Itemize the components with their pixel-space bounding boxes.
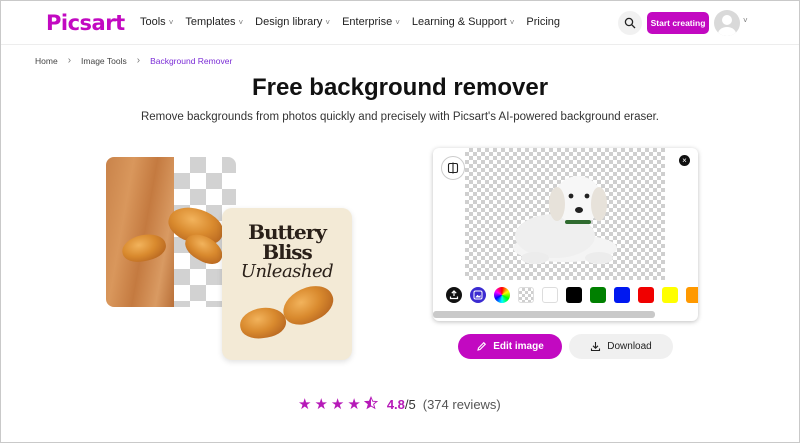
poster-line: Buttery	[248, 220, 327, 244]
croissant-image	[277, 278, 339, 332]
orange-swatch[interactable]	[686, 287, 698, 303]
transparent-canvas	[465, 148, 665, 280]
croissant-image	[238, 304, 288, 342]
close-icon[interactable]: ×	[679, 155, 690, 166]
start-creating-button[interactable]: Start creating	[647, 12, 709, 34]
rating: ★ ★ ★ ★ 4.8/5 (374 reviews)	[298, 395, 501, 413]
half-star-icon	[363, 395, 378, 413]
nav-pricing[interactable]: Pricing	[526, 16, 560, 28]
download-icon	[591, 342, 601, 352]
rating-max: /5	[404, 397, 416, 412]
poster-title: Buttery Bliss Unleashed	[222, 222, 352, 281]
ai-background-button[interactable]	[470, 287, 486, 303]
nav-label: Learning & Support	[411, 16, 507, 28]
poster-line: Bliss	[262, 240, 313, 264]
breadcrumb-current: Background Remover	[150, 55, 233, 66]
chevron-right-icon: ›	[136, 55, 141, 66]
transparent-swatch[interactable]	[518, 287, 534, 303]
star-icon: ★	[298, 396, 312, 413]
chevron-down-icon: ˅	[238, 17, 244, 27]
search-button[interactable]	[618, 11, 642, 35]
download-button[interactable]: Download	[569, 334, 673, 359]
edit-image-button[interactable]: Edit image	[458, 334, 562, 359]
nav-label: Tools	[140, 16, 166, 28]
white-swatch[interactable]	[542, 287, 558, 303]
chevron-down-icon[interactable]: ˅	[743, 16, 748, 25]
compare-icon	[447, 162, 459, 174]
black-swatch[interactable]	[566, 287, 582, 303]
chevron-down-icon: ˅	[168, 17, 174, 27]
buttery-bliss-poster: Buttery Bliss Unleashed	[222, 208, 352, 360]
color-picker-button[interactable]	[494, 287, 510, 303]
avatar[interactable]	[714, 10, 740, 36]
star-icon: ★	[347, 396, 361, 413]
swatch-scrollbar[interactable]	[433, 311, 655, 318]
page-title: Free background remover	[251, 74, 549, 101]
wood-background	[106, 157, 174, 307]
user-icon	[718, 15, 736, 36]
rating-number: 4.8	[386, 397, 405, 412]
nav-label: Pricing	[526, 16, 560, 28]
star-icon: ★	[314, 396, 328, 413]
nav-design-library[interactable]: Design library ˅	[255, 16, 330, 28]
main-nav: Tools ˅ Templates ˅ Design library ˅ Enterp…	[140, 16, 572, 28]
nav-enterprise[interactable]: Enterprise ˅	[342, 16, 400, 28]
nav-label: Enterprise	[342, 16, 393, 28]
background-swatches	[446, 287, 698, 303]
chevron-down-icon: ˅	[325, 17, 331, 27]
page-subtitle: Remove backgrounds from photos quickly a…	[140, 111, 660, 123]
chevron-down-icon: ˅	[395, 17, 400, 27]
download-label: Download	[607, 341, 652, 352]
star-icon: ★	[330, 396, 345, 413]
puppy-image	[513, 176, 617, 264]
breadcrumb-home[interactable]: Home	[35, 56, 58, 66]
edit-image-label: Edit image	[493, 341, 544, 352]
nav-learning-support[interactable]: Learning & Support ˅	[412, 16, 514, 28]
nav-templates[interactable]: Templates ˅	[185, 16, 243, 28]
nav-label: Templates	[185, 16, 236, 28]
upload-icon	[449, 290, 459, 300]
red-swatch[interactable]	[638, 287, 654, 303]
picsart-logo[interactable]: Picsart	[46, 11, 125, 35]
search-icon	[624, 17, 636, 29]
rating-value: 4.8/5	[387, 397, 416, 412]
chevron-down-icon: ˅	[509, 17, 515, 27]
nav-tools[interactable]: Tools ˅	[140, 16, 173, 28]
review-count: (374 reviews)	[422, 397, 501, 412]
green-swatch[interactable]	[590, 287, 606, 303]
poster-line: Unleashed	[240, 261, 334, 282]
pencil-icon	[477, 341, 487, 351]
upload-background-button[interactable]	[446, 287, 462, 303]
yellow-swatch[interactable]	[662, 287, 678, 303]
nav-label: Design library	[255, 16, 323, 28]
chevron-right-icon: ›	[67, 55, 72, 66]
ai-image-icon	[473, 290, 483, 300]
breadcrumb: Home › Image Tools › Background Remover	[35, 55, 232, 66]
blue-swatch[interactable]	[614, 287, 630, 303]
site-header: Picsart Tools ˅ Templates ˅ Design library…	[0, 0, 800, 45]
compare-button[interactable]	[441, 156, 465, 180]
breadcrumb-image-tools[interactable]: Image Tools	[81, 56, 127, 66]
before-after-illustration	[106, 157, 236, 307]
editor-preview: ×	[433, 148, 698, 321]
